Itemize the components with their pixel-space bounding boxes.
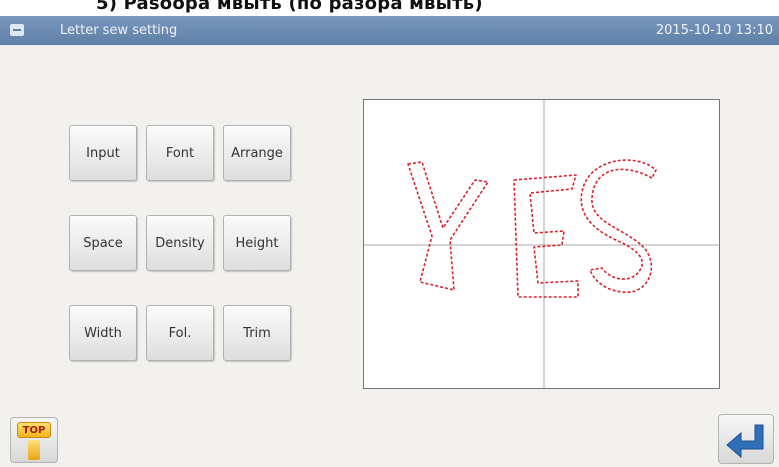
document-header-text: 5) Pasoopa мвыть (по разора мвыть) [96,0,483,14]
screen-title: Letter sew setting [60,23,178,38]
fol-button[interactable]: Fol. [146,305,214,361]
enter-return-icon [726,424,764,459]
document-header: 5) Pasoopa мвыть (по разора мвыть) [0,0,779,16]
input-button[interactable]: Input [69,125,137,181]
title-bar: Letter sew setting 2015-10-10 13:10 [0,16,779,45]
stitch-letter-y [407,161,489,291]
stitch-text-yes [407,159,657,298]
stitch-letter-e [513,174,579,298]
top-arrow-icon [28,440,40,460]
density-button[interactable]: Density [146,215,214,271]
arrange-button[interactable]: Arrange [223,125,291,181]
height-button[interactable]: Height [223,215,291,271]
top-button[interactable]: TOP [10,417,58,463]
font-button[interactable]: Font [146,125,214,181]
return-button[interactable] [718,414,774,464]
minus-box-icon[interactable] [10,24,24,36]
datetime-display: 2015-10-10 13:10 [655,23,773,38]
width-button[interactable]: Width [69,305,137,361]
trim-button[interactable]: Trim [223,305,291,361]
preview-canvas [364,100,719,388]
space-button[interactable]: Space [69,215,137,271]
pattern-preview [363,99,720,389]
stitch-letter-s [580,159,657,293]
top-badge: TOP [17,422,51,438]
